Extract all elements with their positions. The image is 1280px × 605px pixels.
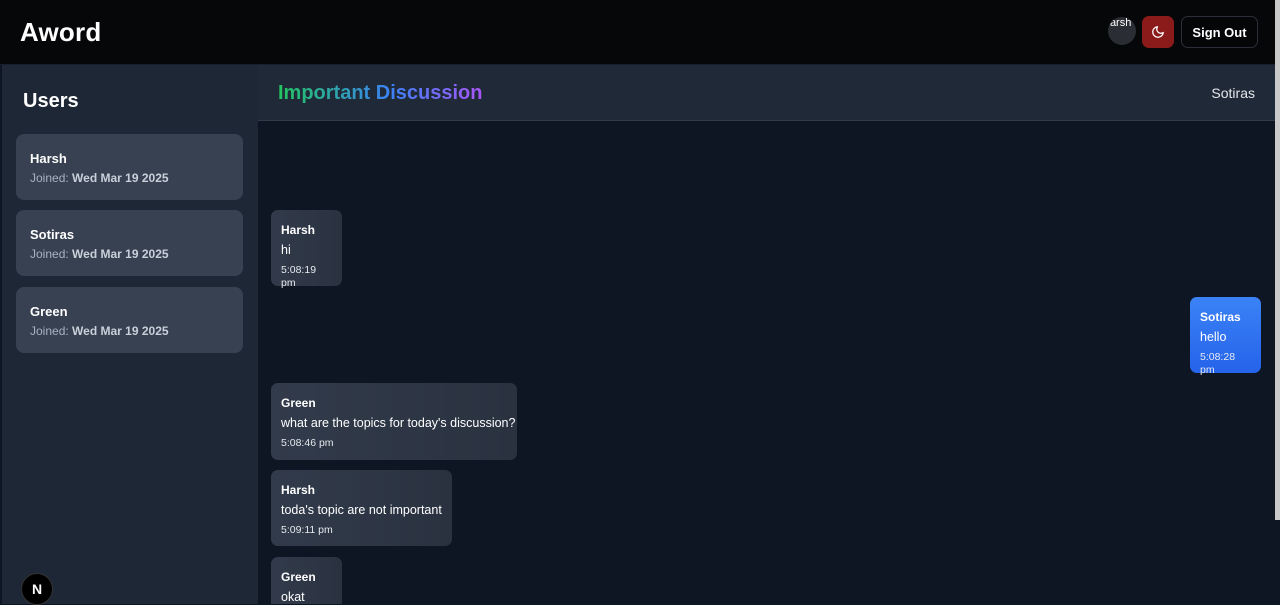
message-bubble: Green what are the topics for today's di… [271,383,517,460]
user-card-sotiras[interactable]: Sotiras Joined: Wed Mar 19 2025 [16,210,243,276]
message-bubble: Harsh toda's topic are not important 5:0… [271,470,452,546]
avatar-text: Harsh Chat [1108,17,1136,29]
chat-title: Important Discussion [278,82,483,104]
message-time: 5:08:28 pm [1200,351,1236,376]
message-sender: Harsh [281,483,316,497]
current-user-label: Sotiras [1211,85,1255,101]
user-card-green[interactable]: Green Joined: Wed Mar 19 2025 [16,287,243,353]
user-card-harsh[interactable]: Harsh Joined: Wed Mar 19 2025 [16,134,243,200]
users-sidebar: Users Harsh Joined: Wed Mar 19 2025 Soti… [2,65,258,605]
message-text: what are the topics for today's discussi… [281,416,516,430]
theme-toggle-button[interactable] [1142,16,1174,48]
moon-icon [1152,26,1164,38]
user-joined: Joined: Wed Mar 19 2025 [30,324,169,338]
framework-badge[interactable]: N [21,573,53,605]
message-sender: Green [281,570,316,584]
chat-header: Important Discussion Sotiras [258,65,1275,121]
message-text: hi [281,243,291,257]
message-bubble-own: Sotiras hello 5:08:28 pm [1190,297,1261,376]
message-text: toda's topic are not important [281,503,442,517]
user-joined: Joined: Wed Mar 19 2025 [30,247,169,261]
message-sender: Green [281,396,316,410]
message-sender: Harsh [281,223,316,237]
user-avatar[interactable]: Harsh Chat [1108,17,1136,45]
message-bubble: Green okat [271,557,342,604]
message-text: hello [1200,330,1227,344]
message-time: 5:09:11 pm [281,524,333,536]
app-brand[interactable]: Aword [20,17,101,48]
user-name: Green [30,304,68,319]
sidebar-title: Users [23,90,79,112]
sign-out-button[interactable]: Sign Out [1181,16,1258,48]
page-scrollbar[interactable] [1275,0,1280,520]
user-name: Harsh [30,151,67,166]
message-text: okat [281,590,305,604]
user-joined: Joined: Wed Mar 19 2025 [30,171,169,185]
message-time: 5:08:19 pm [281,264,317,289]
message-bubble: Harsh hi 5:08:19 pm [271,210,342,289]
top-bar: Aword Harsh Chat Sign Out [0,0,1280,65]
user-name: Sotiras [30,227,75,242]
message-sender: Sotiras [1200,310,1241,324]
message-time: 5:08:46 pm [281,437,334,449]
